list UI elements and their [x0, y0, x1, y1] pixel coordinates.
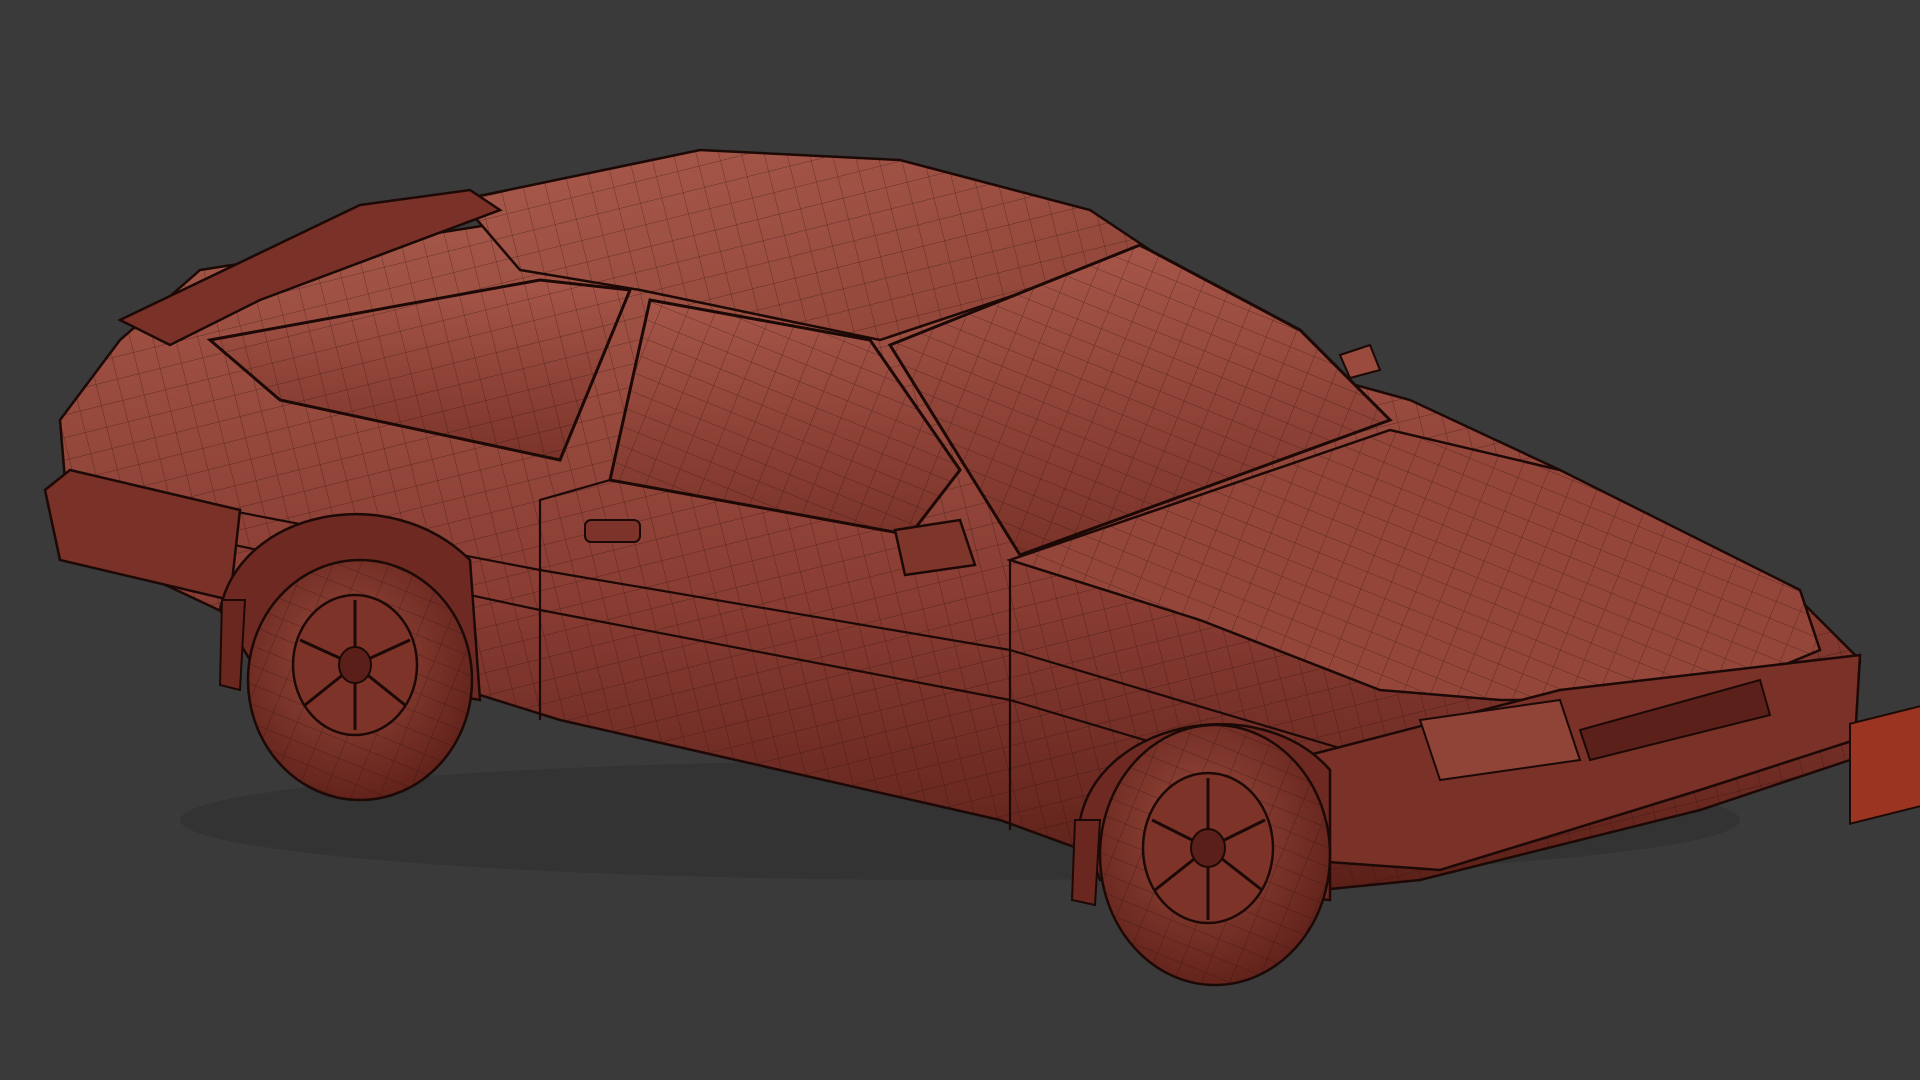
side-mirror [893, 518, 977, 577]
far-side-mirror [1338, 343, 1382, 380]
front-mud-flap [1070, 819, 1102, 907]
3d-viewport[interactable] [0, 0, 1920, 1080]
front-hub [1190, 828, 1226, 868]
door-handle [584, 519, 641, 543]
rear-hub [338, 646, 372, 684]
front-wheel[interactable] [1098, 723, 1332, 987]
rear-mud-flap [218, 599, 247, 692]
car-model-render[interactable] [0, 0, 1920, 1080]
license-plate [1849, 700, 1920, 825]
rear-wheel[interactable] [246, 558, 474, 802]
